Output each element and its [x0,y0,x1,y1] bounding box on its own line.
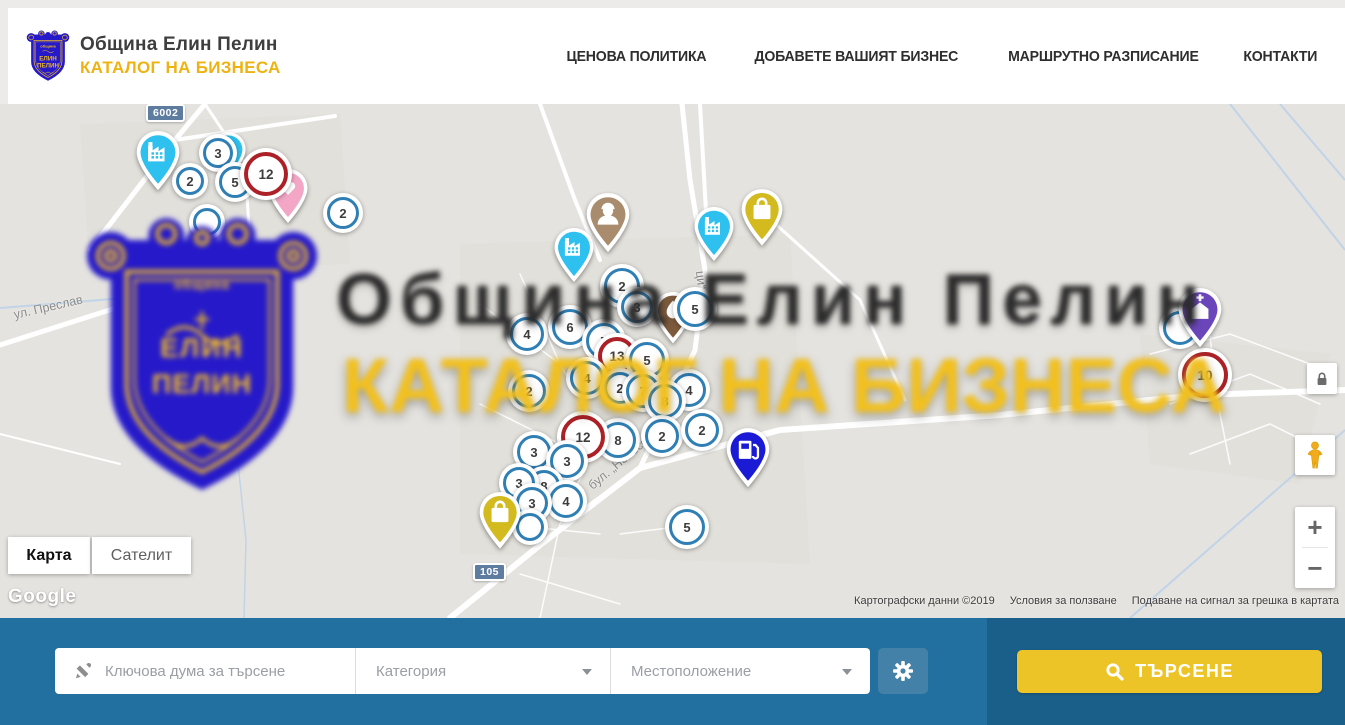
cluster-count: 5 [691,302,698,317]
map-pin-fuel[interactable] [725,427,771,488]
map-canvas[interactable]: 6002105ул. Преславбул. „Новоселци“ 32512… [0,104,1345,618]
header: община ЕЛИН ПЕЛИН Община Елин Пелин КАТА… [8,8,1345,104]
cluster-marker[interactable]: 5 [673,287,717,331]
pencil-icon [73,661,93,681]
map-attribution: Картографски данни ©2019 Условия за полз… [854,595,1339,607]
cluster-marker[interactable]: 5 [665,505,709,549]
location-select-value: Местоположение [631,663,751,680]
settings-button[interactable] [878,648,928,694]
map-pin-bag[interactable] [740,188,784,247]
search-fields-group: Категория Местоположение [55,648,870,694]
zoom-out-button[interactable]: − [1295,548,1335,588]
map-markers-layer: 32512223546713524274881222338343510 [0,104,1345,618]
attribution-terms-link[interactable]: Условия за ползване [1010,595,1117,607]
cluster-count: 3 [633,300,640,315]
map-pin-church[interactable] [1177,287,1223,348]
cluster-count: 2 [658,429,665,444]
cluster-count: 2 [525,384,532,399]
keyword-search-input[interactable] [105,663,335,680]
bag-icon [478,491,522,550]
cluster-count: 5 [683,520,690,535]
cluster-count: 2 [698,423,705,438]
cluster-marker[interactable]: 2 [323,193,363,233]
map-pin-factory[interactable] [135,130,181,191]
cluster-count: 13 [609,349,624,364]
lock-icon [1313,370,1331,388]
cluster-count: 3 [563,454,570,469]
search-bar: Категория Местоположение ТЪРСЕНЕ [0,618,1345,725]
factory-icon [693,206,735,262]
cluster-count: 2 [186,174,193,189]
cluster-marker[interactable]: 3 [617,287,657,327]
cluster-marker[interactable]: 12 [240,148,292,200]
map-pin-worker[interactable] [585,192,631,253]
cluster-count: 2 [339,206,346,221]
cluster-count: 5 [231,175,238,190]
cluster-count: 4 [562,494,569,509]
municipality-crest-icon: община ЕЛИН ПЕЛИН [26,27,70,85]
zoom-in-button[interactable]: + [1295,507,1335,547]
cluster-count: 8 [614,433,621,448]
cluster-count: 10 [1197,368,1212,383]
map-type-satellite-button[interactable]: Сателит [92,537,191,574]
cluster-count: 3 [530,445,537,460]
svg-text:ЕЛИН: ЕЛИН [39,56,57,63]
gear-icon [891,659,915,683]
site-subtitle: КАТАЛОГ НА БИЗНЕСА [80,58,281,78]
bag-icon [740,188,784,247]
search-icon [1105,662,1124,681]
cluster-count: 4 [523,327,530,342]
nav-item-route-schedule[interactable]: МАРШРУТНО РАЗПИСАНИЕ [1008,48,1199,65]
church-icon [1177,287,1223,348]
search-button-label: ТЪРСЕНЕ [1135,661,1234,682]
header-logo[interactable]: община ЕЛИН ПЕЛИН Община Елин Пелин КАТА… [26,27,281,85]
google-logo[interactable]: Google [8,586,76,608]
pegman-icon [1304,440,1326,470]
cluster-count: 6 [566,320,573,335]
cluster-marker[interactable]: 2 [508,370,550,412]
nav-item-add-business[interactable]: ДОБАВЕТЕ ВАШИЯТ БИЗНЕС [754,48,958,65]
map-type-map-button[interactable]: Карта [8,537,90,574]
cluster-count: 4 [583,371,590,386]
category-select-value: Категория [376,663,446,680]
factory-icon [135,130,181,191]
cluster-count: 12 [258,167,273,182]
attribution-report-error-link[interactable]: Подаване на сигнал за грешка в картата [1132,595,1339,607]
svg-text:община: община [40,44,56,49]
pegman-button[interactable] [1295,435,1335,475]
fuel-icon [725,427,771,488]
cluster-count: 8 [661,394,668,409]
site-title: Община Елин Пелин [80,34,281,56]
map-type-control: Карта Сателит [8,537,191,574]
keyword-field[interactable] [55,648,355,694]
zoom-control: + − [1295,507,1335,588]
attribution-map-data: Картографски данни ©2019 [854,595,995,607]
svg-text:ПЕЛИН: ПЕЛИН [37,63,59,70]
cluster-marker[interactable]: 2 [641,415,683,457]
chevron-down-icon [582,669,592,675]
main-nav: ЦЕНОВА ПОЛИТИКА ДОБАВЕТЕ ВАШИЯТ БИЗНЕС М… [562,48,1320,65]
worker-icon [585,192,631,253]
cluster-marker[interactable]: 2 [681,409,723,451]
cluster-count: 5 [643,353,650,368]
cluster-marker[interactable] [189,204,225,240]
map-pin-factory[interactable] [693,206,735,262]
nav-item-contacts[interactable]: КОНТАКТИ [1244,48,1318,65]
lock-button[interactable] [1307,363,1337,394]
cluster-ring [193,208,221,236]
search-button[interactable]: ТЪРСЕНЕ [1017,650,1322,693]
chevron-down-icon [842,669,852,675]
cluster-marker[interactable]: 10 [1178,348,1232,402]
cluster-count: 4 [685,383,692,398]
map-pin-bag[interactable] [478,491,522,550]
nav-item-pricing[interactable]: ЦЕНОВА ПОЛИТИКА [567,48,707,65]
cluster-marker[interactable]: 4 [506,313,548,355]
cluster-count: 3 [214,146,221,161]
category-select[interactable]: Категория [355,648,610,694]
location-select[interactable]: Местоположение [610,648,870,694]
